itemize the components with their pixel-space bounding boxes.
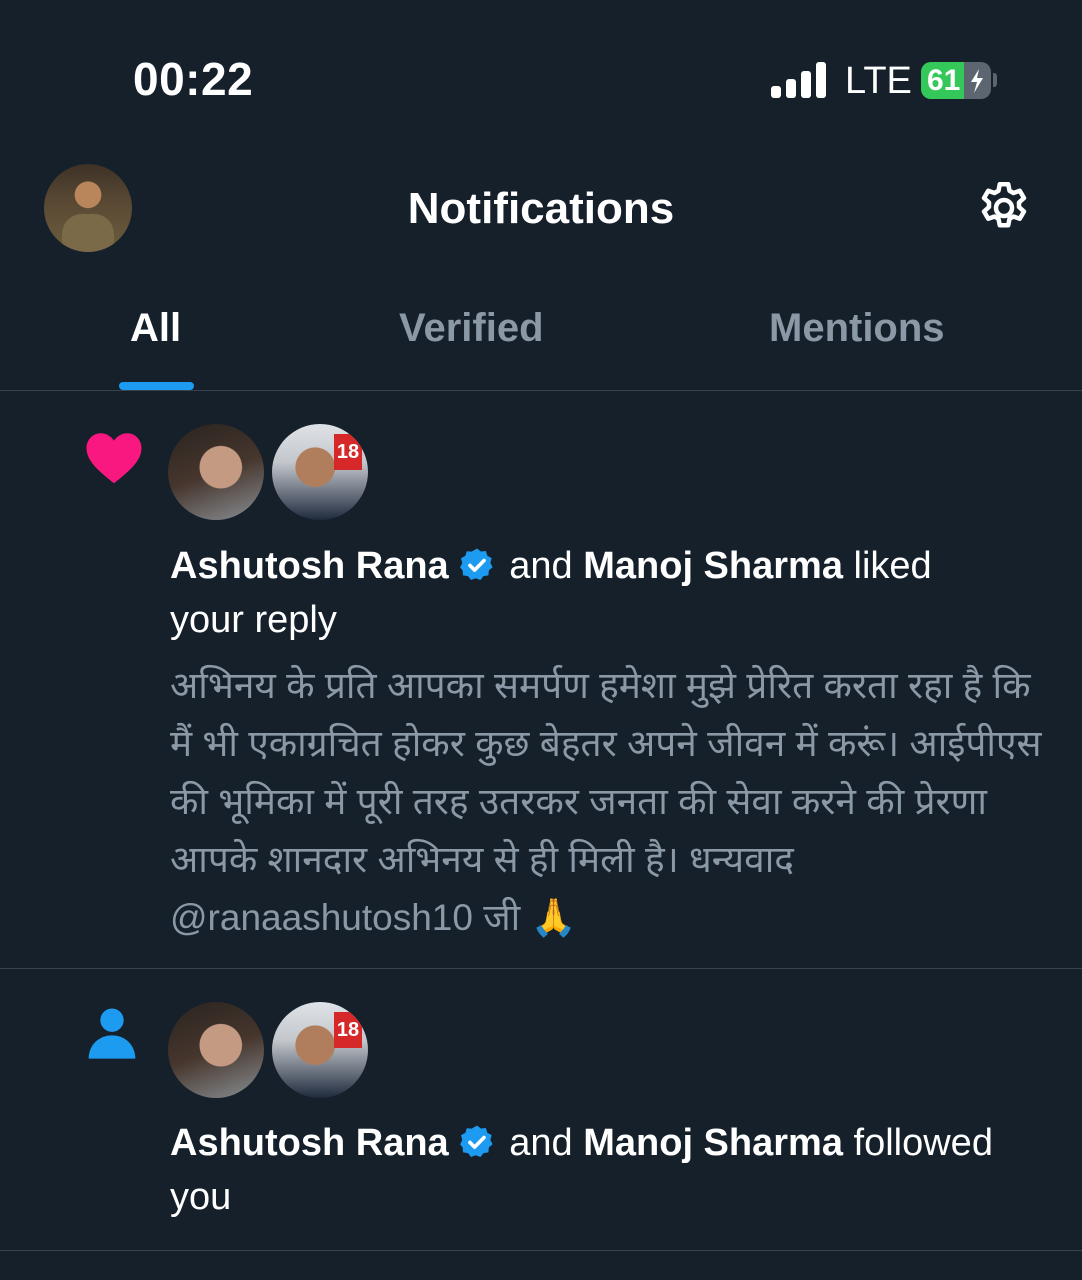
- avatar[interactable]: [168, 424, 264, 520]
- user-name[interactable]: Ashutosh Rana: [170, 545, 449, 587]
- user-name[interactable]: Manoj Sharma: [583, 1122, 843, 1164]
- reply-text[interactable]: अभिनय के प्रति आपका समर्पण हमेशा मुझे प्…: [170, 657, 1060, 947]
- action-text: you: [170, 1176, 232, 1218]
- notification-text: Ashutosh Rana and Manoj Sharma followed …: [170, 1116, 1060, 1224]
- avatar[interactable]: 18: [272, 424, 368, 520]
- tab-verified[interactable]: Verified: [399, 306, 544, 351]
- header: Notifications: [0, 150, 1082, 270]
- user-name[interactable]: Manoj Sharma: [583, 545, 843, 587]
- heart-icon: [86, 433, 142, 484]
- avatar[interactable]: 18: [272, 1002, 368, 1098]
- action-text: followed: [853, 1122, 993, 1164]
- user-name[interactable]: Ashutosh Rana: [170, 1122, 449, 1164]
- charging-bolt-icon: [971, 69, 983, 93]
- active-tab-indicator: [119, 382, 194, 390]
- status-bar: 00:22 LTE 61: [0, 0, 1082, 150]
- verified-badge-icon: [459, 1125, 493, 1157]
- battery-nub: [993, 73, 997, 87]
- gear-icon[interactable]: [974, 178, 1034, 238]
- action-text: your reply: [170, 599, 337, 641]
- connector-text: and: [509, 1122, 573, 1164]
- verified-badge-icon: [459, 548, 493, 580]
- connector-text: and: [509, 545, 573, 587]
- page-title: Notifications: [407, 184, 675, 233]
- tab-all[interactable]: All: [130, 306, 181, 351]
- avatar[interactable]: [168, 1002, 264, 1098]
- network-label: LTE: [845, 60, 912, 102]
- notification-text: Ashutosh Rana and Manoj Sharma liked you…: [170, 539, 1060, 647]
- notification-like[interactable]: 18 Ashutosh Rana and Manoj Sharma liked …: [0, 391, 1082, 969]
- battery-level: 61: [927, 64, 961, 97]
- tab-mentions[interactable]: Mentions: [769, 306, 945, 351]
- action-text: liked: [853, 545, 932, 587]
- notification-follow[interactable]: 18 Ashutosh Rana and Manoj Sharma follow…: [0, 969, 1082, 1251]
- signal-icon: [771, 62, 827, 98]
- battery-icon: 61: [921, 62, 991, 99]
- person-icon: [88, 1008, 136, 1059]
- tab-bar: All Verified Mentions: [0, 290, 1082, 391]
- status-time: 00:22: [133, 53, 254, 105]
